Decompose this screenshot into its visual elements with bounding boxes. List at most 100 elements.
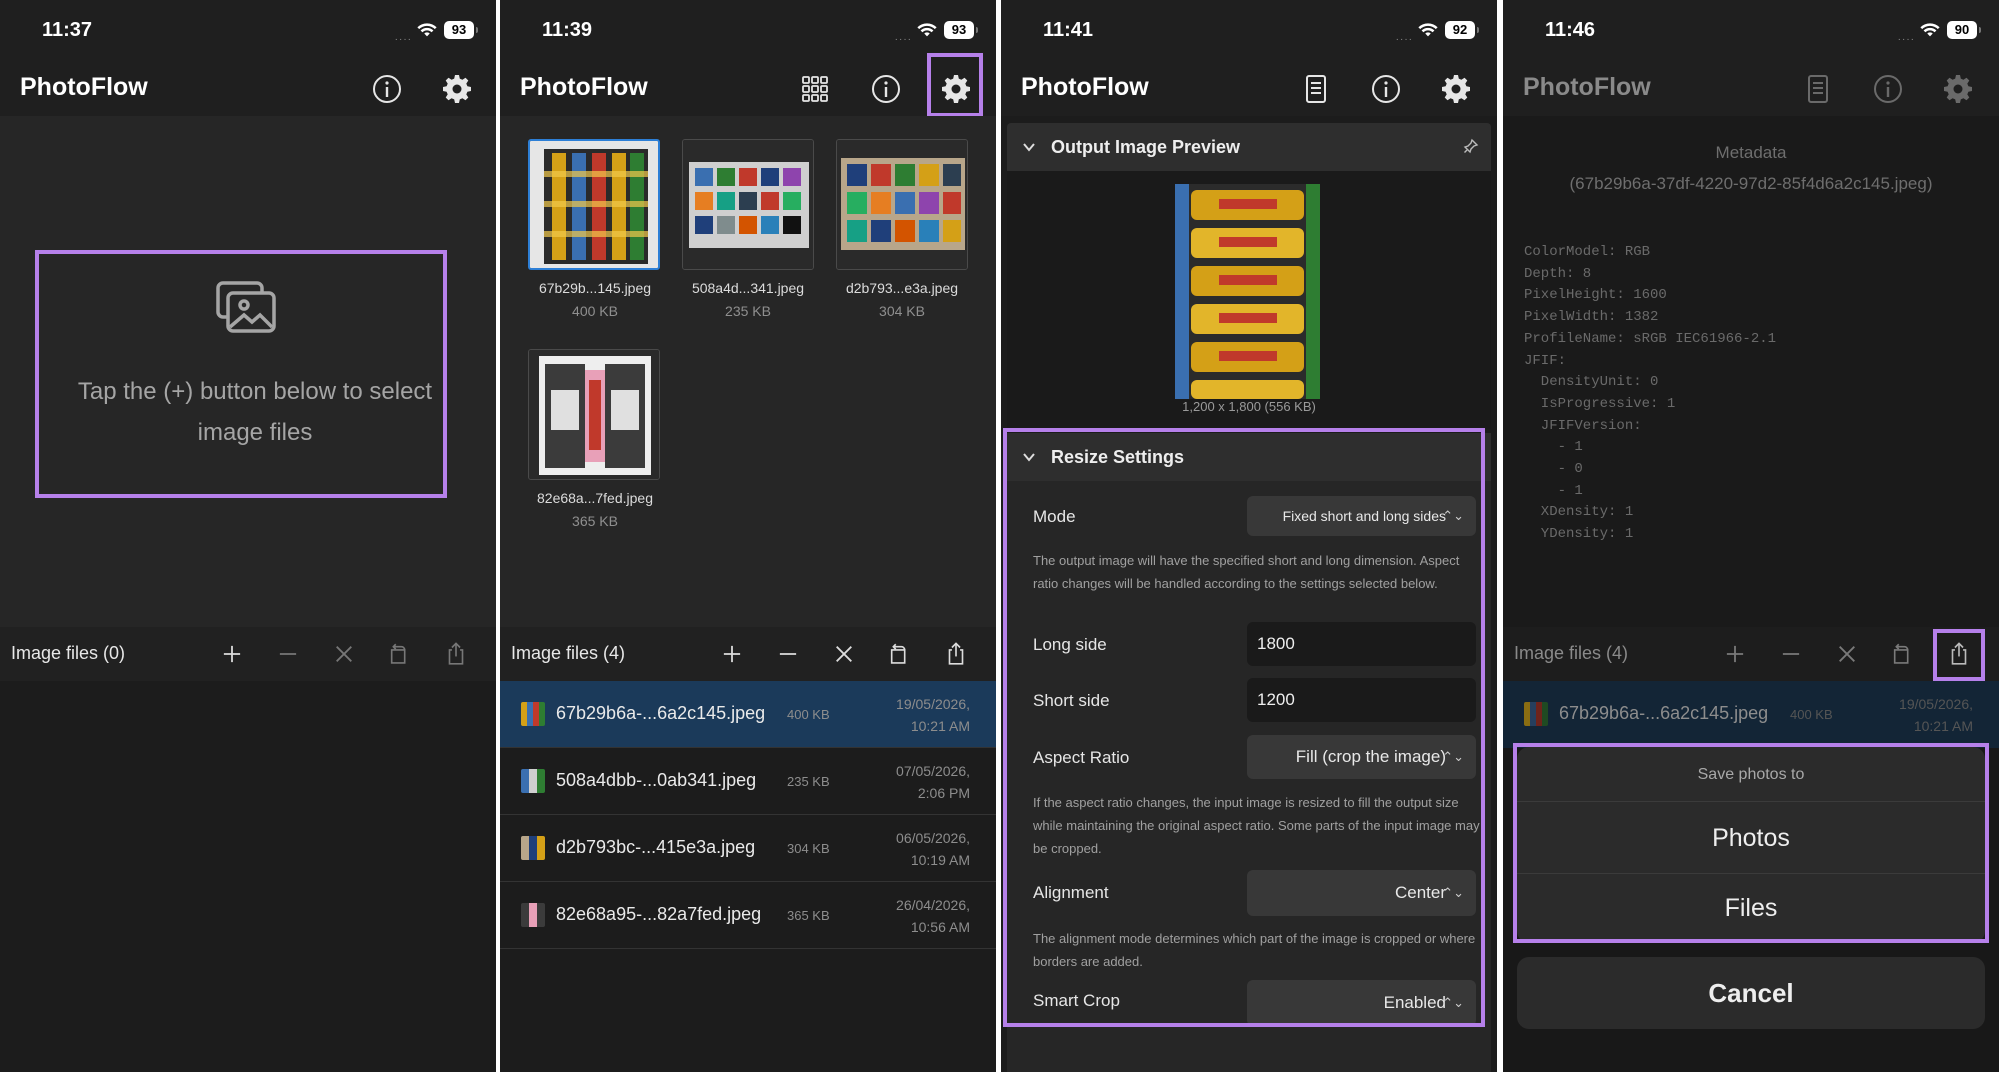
metadata-line: PixelWidth: 1382 [1524, 309, 1659, 326]
file-date-day: 19/05/2026, [896, 696, 970, 712]
minus-icon [275, 641, 301, 667]
settings-button[interactable] [437, 69, 477, 109]
remove-button[interactable] [272, 638, 304, 670]
wifi-icon [1919, 21, 1941, 39]
share-button[interactable] [440, 638, 472, 670]
file-date: 06/05/2026, 10:19 AM [850, 827, 970, 871]
app-bar: PhotoFlow [1001, 58, 1497, 116]
gear-icon [1440, 73, 1472, 105]
status-time: 11:41 [1043, 19, 1094, 41]
rotate-button[interactable] [1886, 638, 1918, 670]
highlight-box [1933, 629, 1985, 681]
thumbnail-image [683, 140, 813, 269]
screen-settings: 11:41 ···· 92 PhotoFlow Output Image Pre… [1001, 0, 1497, 1072]
settings-button[interactable] [1938, 69, 1978, 109]
rotate-icon [886, 641, 912, 667]
thumbnail-size: 400 KB [572, 303, 618, 319]
list-item[interactable]: 67b29b6a-...6a2c145.jpeg 400 KB 19/05/20… [1503, 681, 1999, 748]
add-button[interactable] [716, 638, 748, 670]
status-bar: 11:41 ···· 92 [1001, 0, 1497, 58]
info-button[interactable] [367, 69, 407, 109]
list-item[interactable]: 67b29b6a-...6a2c145.jpeg 400 KB 19/05/20… [500, 681, 996, 748]
info-button[interactable] [1366, 69, 1406, 109]
file-size: 400 KB [787, 707, 830, 722]
clear-button[interactable] [328, 638, 360, 670]
grid-icon [799, 73, 831, 105]
metadata-line: - 1 [1524, 439, 1583, 456]
metadata-line: PixelHeight: 1600 [1524, 287, 1667, 304]
cancel-button[interactable]: Cancel [1517, 957, 1985, 1029]
list-item[interactable]: 82e68a95-...82a7fed.jpeg 365 KB 26/04/20… [500, 882, 996, 949]
settings-button[interactable] [1436, 69, 1476, 109]
toolbar-title: Image files (4) [511, 643, 626, 663]
metadata-line: ColorModel: RGB [1524, 244, 1651, 260]
screen-empty: 11:37 ···· 93 PhotoFlow Tap the (+) butt… [0, 0, 496, 1072]
status-time: 11:46 [1545, 19, 1596, 41]
plus-icon [219, 641, 245, 667]
pin-icon[interactable] [1463, 138, 1479, 154]
thumbnail-size: 365 KB [572, 513, 618, 529]
info-icon [371, 73, 403, 105]
remove-button[interactable] [1775, 638, 1807, 670]
file-date-time: 10:56 AM [910, 919, 970, 935]
share-button[interactable] [940, 638, 972, 670]
thumbnail[interactable] [836, 139, 968, 270]
thumbnail-image [837, 140, 967, 269]
wifi-icon [916, 21, 938, 39]
highlight-box [1513, 743, 1989, 943]
thumbnail-name: d2b793...e3a.jpeg [845, 280, 959, 296]
add-button[interactable] [216, 638, 248, 670]
file-date: 19/05/2026, 10:21 AM [1853, 693, 1973, 737]
plus-icon [719, 641, 745, 667]
metadata-title: Metadata [1715, 143, 1787, 162]
metadata-line: JFIFVersion: [1524, 417, 1642, 434]
clear-button[interactable] [1831, 638, 1863, 670]
add-button[interactable] [1719, 638, 1751, 670]
gear-icon [1942, 73, 1974, 105]
list-item[interactable]: 508a4dbb-...0ab341.jpeg 235 KB 07/05/202… [500, 748, 996, 815]
thumbnail[interactable] [528, 349, 660, 480]
battery-indicator: 93 [944, 21, 978, 39]
file-thumbnail-icon [1524, 702, 1548, 726]
wifi-icon [416, 21, 438, 39]
file-size: 304 KB [787, 841, 830, 856]
thumbnail[interactable] [528, 139, 660, 270]
file-date: 26/04/2026, 10:56 AM [850, 894, 970, 938]
thumbnail-name: 82e68a...7fed.jpeg [537, 490, 653, 506]
info-button[interactable] [1868, 69, 1908, 109]
file-name: 67b29b6a-...6a2c145.jpeg [556, 703, 766, 723]
highlight-box [927, 53, 983, 117]
clear-button[interactable] [828, 638, 860, 670]
preview-caption: 1,200 x 1,800 (556 KB) [1182, 399, 1316, 414]
signal-icon: ···· [1395, 34, 1413, 45]
plus-icon [1722, 641, 1748, 667]
preview-section-header[interactable]: Output Image Preview [1007, 123, 1491, 171]
rotate-button[interactable] [883, 638, 915, 670]
thumbnail[interactable] [682, 139, 814, 270]
file-date-time: 10:19 AM [910, 852, 970, 868]
preview-image [1175, 184, 1320, 399]
file-thumbnail-icon [521, 836, 545, 860]
grid-view-button[interactable] [795, 69, 835, 109]
metadata-button[interactable] [1296, 69, 1336, 109]
metadata-line: - 1 [1524, 482, 1583, 499]
settings-panel: Output Image Preview 1,200 x 1,800 (556 … [1001, 116, 1497, 1072]
preview-title: Output Image Preview [1051, 137, 1241, 157]
metadata-button[interactable] [1798, 69, 1838, 109]
file-thumbnail-icon [521, 769, 545, 793]
app-title: PhotoFlow [20, 73, 148, 101]
highlight-box [35, 250, 447, 498]
file-size: 235 KB [787, 774, 830, 789]
thumbnail-size: 304 KB [879, 303, 925, 319]
file-name: 67b29b6a-...6a2c145.jpeg [1559, 703, 1769, 723]
rotate-icon [1889, 641, 1915, 667]
info-button[interactable] [866, 69, 906, 109]
info-icon [1872, 73, 1904, 105]
remove-button[interactable] [772, 638, 804, 670]
file-date-time: 10:21 AM [910, 718, 970, 734]
file-date: 19/05/2026, 10:21 AM [850, 693, 970, 737]
metadata-line: XDensity: 1 [1524, 504, 1634, 521]
toolbar-title: Image files (4) [1514, 643, 1629, 663]
rotate-button[interactable] [383, 638, 415, 670]
list-item[interactable]: d2b793bc-...415e3a.jpeg 304 KB 06/05/202… [500, 815, 996, 882]
